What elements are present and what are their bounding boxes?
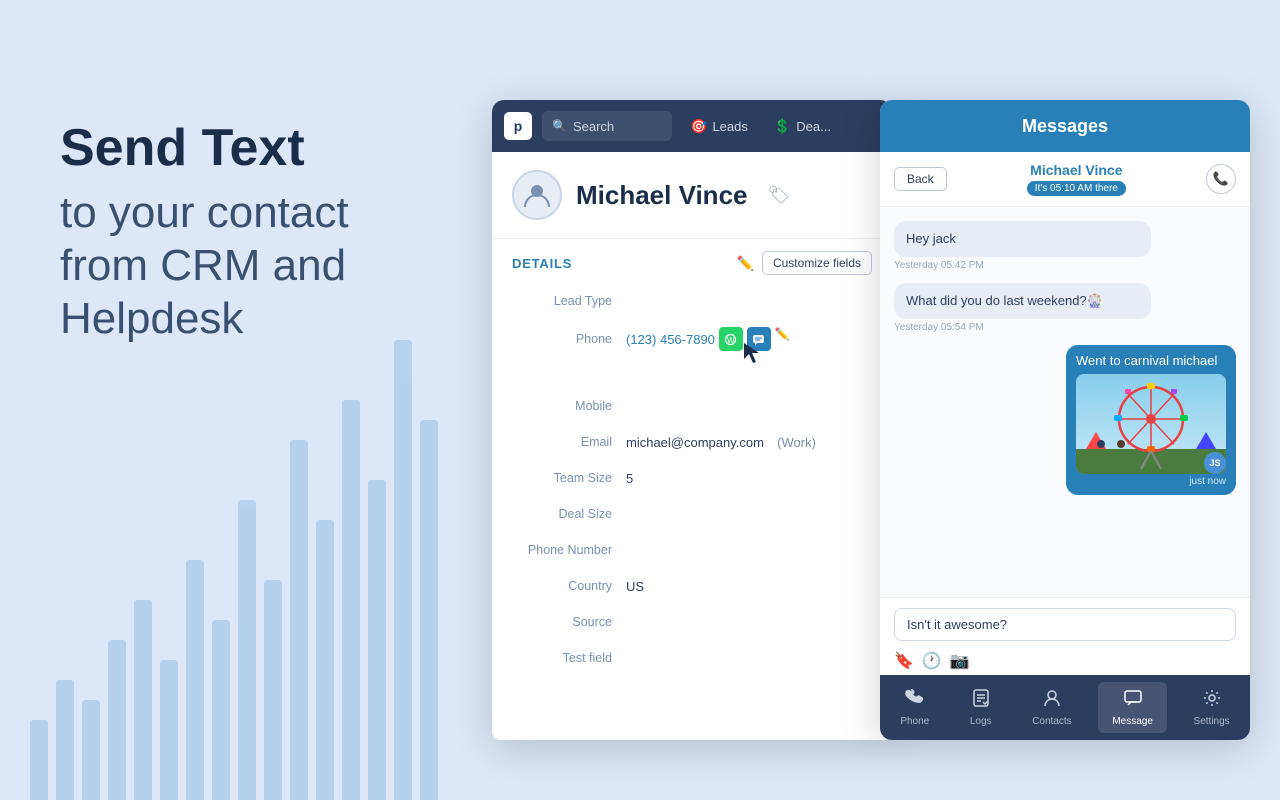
crm-navbar: p 🔍 Search 🎯 Leads 💲 Dea...: [492, 100, 892, 152]
customize-fields-button[interactable]: Customize fields: [762, 251, 872, 275]
chat-area[interactable]: Hey jack Yesterday 05:42 PM What did you…: [880, 207, 1250, 597]
nav-settings-label: Settings: [1194, 716, 1230, 727]
field-label-phone-number: Phone Number: [512, 543, 612, 557]
nav-settings[interactable]: Settings: [1180, 682, 1244, 733]
field-phone-number: Phone Number: [492, 532, 892, 568]
hero-title-bold: Send Text: [60, 120, 460, 177]
crm-search-bar[interactable]: 🔍 Search: [542, 111, 672, 141]
chat-bubble-received-1: Hey jack: [894, 221, 1151, 257]
camera-tool-icon[interactable]: 📷: [950, 651, 970, 671]
message-input[interactable]: [894, 608, 1236, 641]
field-phone: Phone (123) 456-7890 W ✏️: [492, 319, 892, 359]
field-value-country: US: [626, 579, 644, 594]
details-label: DETAILS: [512, 256, 572, 271]
chat-bubble-received-2: What did you do last weekend?🎡: [894, 283, 1151, 319]
nav-contacts[interactable]: Contacts: [1018, 682, 1085, 733]
nav-phone[interactable]: Phone: [886, 682, 943, 733]
chat-text-2: What did you do last weekend?🎡: [906, 293, 1103, 308]
field-team-size: Team Size 5: [492, 460, 892, 496]
field-value-phone: (123) 456-7890: [626, 332, 715, 347]
contact-time-badge: It's 05:10 AM there: [1027, 181, 1126, 196]
message-input-area: 🔖 🕐 📷: [880, 597, 1250, 683]
crm-logo: p: [504, 112, 532, 140]
phone-nav-icon: [905, 688, 925, 713]
sms-icon[interactable]: [747, 327, 771, 351]
target-icon: 🎯: [690, 118, 707, 135]
message-toolbar: 🔖 🕐 📷: [894, 649, 1236, 673]
whatsapp-icon[interactable]: W: [719, 327, 743, 351]
edit-button[interactable]: ✏️: [737, 255, 754, 272]
search-placeholder: Search: [573, 119, 614, 134]
field-email: Email michael@company.com (Work): [492, 424, 892, 460]
field-country: Country US: [492, 568, 892, 604]
field-label-country: Country: [512, 579, 612, 593]
dollar-icon: 💲: [774, 118, 791, 135]
msg-contact-name: Michael Vince: [1027, 162, 1126, 178]
call-button[interactable]: 📞: [1206, 164, 1236, 194]
crm-window: p 🔍 Search 🎯 Leads 💲 Dea... Michael Vinc…: [492, 100, 892, 740]
nav-contacts-label: Contacts: [1032, 716, 1071, 727]
back-button[interactable]: Back: [894, 167, 947, 191]
field-label-phone: Phone: [512, 332, 612, 346]
field-label-team-size: Team Size: [512, 471, 612, 485]
chat-time-1: Yesterday 05:42 PM: [894, 260, 1236, 271]
nav-leads-label: Leads: [712, 119, 747, 134]
settings-nav-icon: [1202, 688, 1222, 713]
field-test: Test field: [492, 640, 892, 676]
details-header: DETAILS ✏️ Customize fields: [492, 239, 892, 283]
chat-time-3: just now: [1076, 476, 1226, 487]
messages-window: Messages Back Michael Vince It's 05:10 A…: [880, 100, 1250, 740]
field-label-lead-type: Lead Type: [512, 294, 612, 308]
chat-time-2: Yesterday 05:54 PM: [894, 322, 1236, 333]
contact-info-header: Michael Vince It's 05:10 AM there: [1027, 162, 1126, 196]
nav-logs-label: Logs: [970, 716, 992, 727]
avatar: [512, 170, 562, 220]
bottom-navigation: Phone Logs Contacts Message Settings: [880, 675, 1250, 740]
chat-message-1: Hey jack Yesterday 05:42 PM: [894, 221, 1236, 271]
bookmark-tool-icon[interactable]: 🔖: [894, 651, 914, 671]
nav-message-label: Message: [1112, 716, 1153, 727]
nav-deals-label: Dea...: [796, 119, 831, 134]
svg-text:W: W: [727, 336, 735, 345]
phone-action-icons: W ✏️: [719, 327, 790, 351]
field-label-test: Test field: [512, 651, 612, 665]
chat-message-3: Went to carnival michael: [894, 345, 1236, 495]
nav-phone-label: Phone: [900, 716, 929, 727]
hero-subtitle: to your contactfrom CRM andHelpdesk: [60, 187, 460, 345]
contact-header: Michael Vince 🏷: [492, 152, 892, 239]
chat-text-3: Went to carnival michael: [1076, 353, 1226, 368]
nav-item-deals[interactable]: 💲 Dea...: [766, 114, 839, 139]
chat-message-2: What did you do last weekend?🎡 Yesterday…: [894, 283, 1236, 333]
messages-subheader: Back Michael Vince It's 05:10 AM there 📞: [880, 152, 1250, 207]
phone-edit-icon[interactable]: ✏️: [775, 327, 790, 351]
clock-tool-icon[interactable]: 🕐: [922, 651, 942, 671]
field-lead-type: Lead Type: [492, 283, 892, 319]
contacts-nav-icon: [1042, 688, 1062, 713]
field-label-email: Email: [512, 435, 612, 449]
nav-message[interactable]: Message: [1098, 682, 1167, 733]
chat-text-1: Hey jack: [906, 231, 956, 246]
tag-icon: 🏷: [768, 185, 791, 206]
field-label-mobile: Mobile: [512, 399, 612, 413]
chat-bubble-sent-image: Went to carnival michael: [1066, 345, 1236, 495]
field-deal-size: Deal Size: [492, 496, 892, 532]
logs-nav-icon: [971, 688, 991, 713]
field-source: Source: [492, 604, 892, 640]
message-nav-icon: [1123, 688, 1143, 713]
field-label-source: Source: [512, 615, 612, 629]
field-mobile: Mobile: [492, 388, 892, 424]
nav-item-leads[interactable]: 🎯 Leads: [682, 114, 756, 139]
contact-name: Michael Vince: [576, 180, 748, 211]
hero-section: Send Text to your contactfrom CRM andHel…: [60, 120, 460, 346]
messages-header: Messages: [880, 100, 1250, 152]
details-actions: ✏️ Customize fields: [737, 251, 872, 275]
field-value-team-size: 5: [626, 471, 633, 486]
field-value-email: michael@company.com (Work): [626, 435, 816, 450]
field-label-deal-size: Deal Size: [512, 507, 612, 521]
search-icon: 🔍: [552, 119, 567, 133]
nav-logs[interactable]: Logs: [956, 682, 1006, 733]
messages-title: Messages: [1022, 116, 1108, 137]
carnival-image: JS: [1076, 374, 1226, 474]
